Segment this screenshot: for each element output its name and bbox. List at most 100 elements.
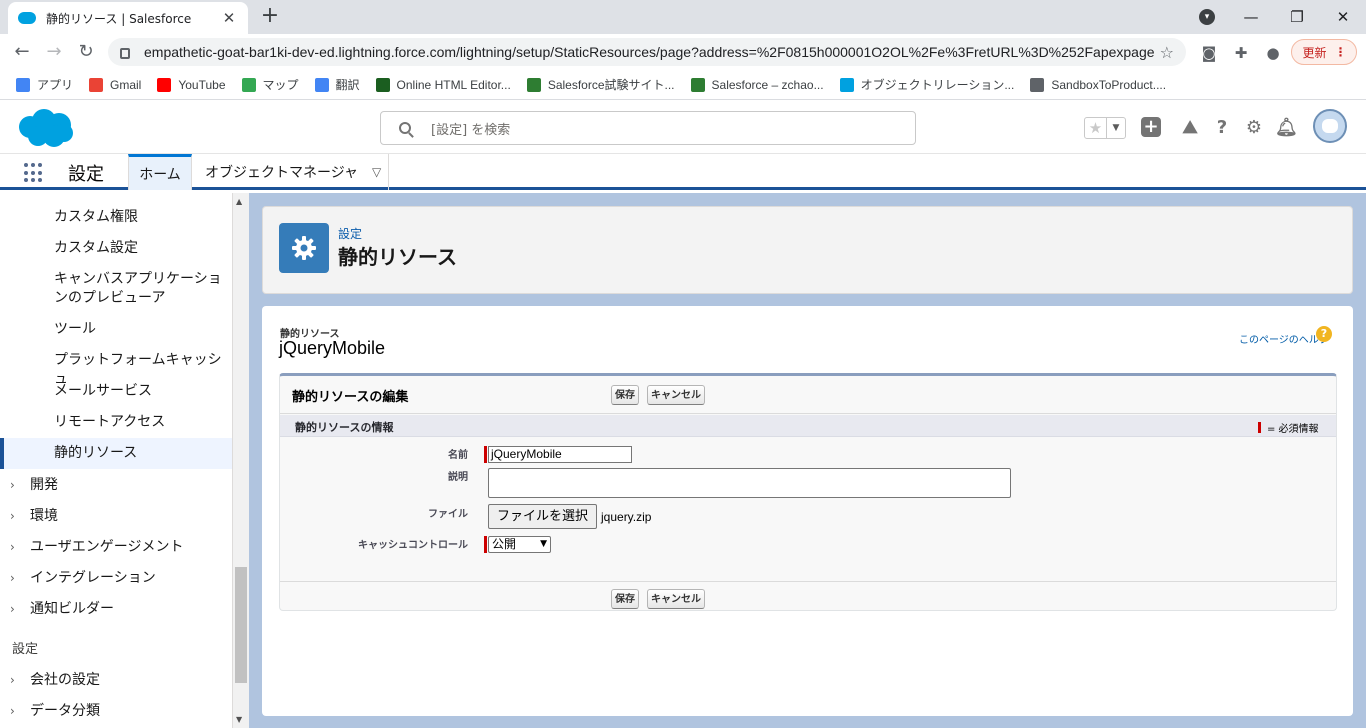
youtube-icon xyxy=(157,77,172,92)
required-legend: = 必須情報 xyxy=(1258,420,1319,435)
tab-home[interactable]: ホーム xyxy=(128,154,192,190)
chevron-down-icon[interactable]: ▽ xyxy=(372,165,381,179)
bookmark-item[interactable]: Online HTML Editor... xyxy=(375,77,511,92)
maps-pin-icon xyxy=(241,77,256,92)
bookmark-item[interactable]: Salesforce試験サイト... xyxy=(526,76,675,93)
browser-tab-title: 静的リソース | Salesforce xyxy=(46,11,192,26)
description-textarea[interactable] xyxy=(488,468,1011,498)
address-bar[interactable]: empathetic-goat-bar1ki-dev-ed.lightning.… xyxy=(108,38,1186,66)
bookmark-item[interactable]: YouTube xyxy=(157,77,226,92)
choose-file-button[interactable]: ファイルを選択 xyxy=(488,504,598,529)
browser-tab[interactable]: 静的リソース | Salesforce ✕ xyxy=(8,2,248,34)
close-tab-icon[interactable]: ✕ xyxy=(220,9,238,27)
sidebar-group[interactable]: › 環境 xyxy=(0,507,232,526)
avatar-face-icon xyxy=(1322,119,1338,133)
setup-gear-icon[interactable]: ⚙ xyxy=(1243,117,1265,139)
update-button[interactable]: 更新 ⋮ xyxy=(1291,39,1357,65)
sidebar-group-label: ユーザエンゲージメント xyxy=(30,539,184,555)
favorites-dropdown-icon[interactable]: ▼ xyxy=(1107,118,1125,138)
cache-required-marker xyxy=(484,536,487,553)
salesforce-global-header: [設定] を検索 ★ ▼ + ⛰ ? ⚙ 🔔︎ xyxy=(0,101,1366,154)
browser-toolbar: ← → ↻ empathetic-goat-bar1ki-dev-ed.ligh… xyxy=(0,34,1366,70)
chevron-right-icon: › xyxy=(10,704,15,718)
cancel-button-bottom[interactable]: キャンセル xyxy=(647,589,705,609)
global-actions-plus-icon[interactable]: + xyxy=(1141,117,1161,137)
chevron-right-icon: › xyxy=(10,509,15,523)
bookmark-item[interactable]: アプリ xyxy=(16,76,73,93)
page-block-footer: 保存 キャンセル xyxy=(280,581,1336,611)
sidebar-group[interactable]: › 開発 xyxy=(0,476,232,495)
tab-search-icon[interactable]: ▾ xyxy=(1199,9,1215,25)
sidebar-item[interactable]: カスタム権限 xyxy=(0,208,232,227)
salesforce-logo-icon[interactable] xyxy=(16,109,74,149)
sidebar-group[interactable]: › インテグレーション xyxy=(0,569,232,588)
page-block-header: 静的リソースの編集 保存 キャンセル xyxy=(280,376,1336,414)
url-text[interactable]: empathetic-goat-bar1ki-dev-ed.lightning.… xyxy=(144,44,1154,60)
minimize-window-button[interactable]: — xyxy=(1228,0,1274,34)
favorite-star-icon[interactable]: ★ xyxy=(1085,118,1107,138)
scroll-up-arrow-icon[interactable]: ▲ xyxy=(236,197,242,206)
salesforce-cloud-icon xyxy=(839,77,854,92)
bookmark-item[interactable]: オブジェクトリレーション... xyxy=(839,76,1014,93)
reload-icon[interactable]: ↻ xyxy=(74,40,98,64)
cache-control-select[interactable]: 公開 ▼ xyxy=(488,536,551,553)
chevron-right-icon: › xyxy=(10,602,15,616)
sidebar-group-label: 開発 xyxy=(30,477,58,493)
forward-arrow-icon[interactable]: → xyxy=(42,40,66,64)
breadcrumb-setup-link[interactable]: 設定 xyxy=(338,225,362,242)
user-avatar[interactable] xyxy=(1313,109,1347,143)
sidebar-group[interactable]: › 通知ビルダー xyxy=(0,600,232,619)
sidebar-item[interactable]: ツール xyxy=(0,320,232,339)
sidebar-scrollbar[interactable]: ▲ ▼ xyxy=(233,193,249,728)
app-navigation-bar: 設定 ホーム オブジェクトマネージャ ▽ xyxy=(0,154,1366,190)
extensions-puzzle-icon[interactable]: ✚ xyxy=(1232,44,1250,62)
setup-gear-icon xyxy=(279,223,329,273)
back-arrow-icon[interactable]: ← xyxy=(10,40,34,64)
app-name: 設定 xyxy=(68,164,104,185)
bookmark-star-icon[interactable]: ☆ xyxy=(1160,43,1174,62)
notifications-bell-icon[interactable]: 🔔︎ xyxy=(1275,117,1298,139)
file-field-label: ファイル xyxy=(428,509,468,520)
sidebar-item[interactable]: キャンバスアプリケーションのプレビューア xyxy=(0,270,232,308)
search-icon xyxy=(399,122,411,134)
bookmark-label: Gmail xyxy=(110,77,142,92)
sidebar-group[interactable]: › データ分類 xyxy=(0,702,232,721)
setup-search-input[interactable]: [設定] を検索 xyxy=(380,111,916,145)
camera-icon[interactable]: ◙ xyxy=(1200,44,1218,62)
sidebar-item[interactable]: 静的リソース xyxy=(0,438,232,469)
profile-icon[interactable]: ● xyxy=(1264,44,1282,62)
required-legend-text: = 必須情報 xyxy=(1267,424,1319,435)
sidebar-item[interactable]: カスタム設定 xyxy=(0,239,232,258)
close-window-button[interactable]: ✕ xyxy=(1320,0,1366,34)
trailhead-guidance-icon[interactable]: ⛰ xyxy=(1179,117,1201,139)
sidebar-group[interactable]: › 会社の設定 xyxy=(0,671,232,690)
bookmark-item[interactable]: マップ xyxy=(241,76,299,93)
app-launcher-icon[interactable] xyxy=(24,163,46,183)
chevron-right-icon: › xyxy=(10,571,15,585)
tab-object-manager[interactable]: オブジェクトマネージャ ▽ xyxy=(193,154,389,190)
bookmark-item[interactable]: 翻訳 xyxy=(314,76,360,93)
cache-control-value: 公開 xyxy=(492,537,517,551)
bookmark-item[interactable]: Salesforce – zchao... xyxy=(690,77,824,92)
help-question-icon[interactable]: ? xyxy=(1211,117,1233,139)
name-input[interactable]: jQueryMobile xyxy=(488,446,632,463)
save-button-bottom[interactable]: 保存 xyxy=(611,589,639,609)
cancel-button-top[interactable]: キャンセル xyxy=(647,385,705,405)
scroll-down-arrow-icon[interactable]: ▼ xyxy=(236,715,242,724)
bookmark-item[interactable]: SandboxToProduct.... xyxy=(1030,77,1166,92)
sidebar-item[interactable]: メールサービス xyxy=(0,382,232,401)
sidebar-group[interactable]: › ユーザエンゲージメント xyxy=(0,538,232,557)
sidebar-group-label: 会社の設定 xyxy=(30,672,100,688)
bookmark-label: Online HTML Editor... xyxy=(396,77,511,92)
new-tab-button[interactable]: + xyxy=(258,5,282,29)
sidebar-item[interactable]: リモートアクセス xyxy=(0,413,232,432)
scrollbar-thumb[interactable] xyxy=(235,567,247,683)
bookmark-item[interactable]: Gmail xyxy=(89,77,142,92)
help-question-icon[interactable]: ? xyxy=(1316,326,1332,342)
cache-control-label: キャッシュコントロール xyxy=(358,540,468,551)
required-marker-icon xyxy=(1258,422,1261,433)
restore-window-button[interactable]: ❐ xyxy=(1274,0,1320,34)
favorites-group: ★ ▼ xyxy=(1084,117,1126,139)
save-button-top[interactable]: 保存 xyxy=(611,385,639,405)
info-section-title: 静的リソースの情報 xyxy=(295,421,394,434)
